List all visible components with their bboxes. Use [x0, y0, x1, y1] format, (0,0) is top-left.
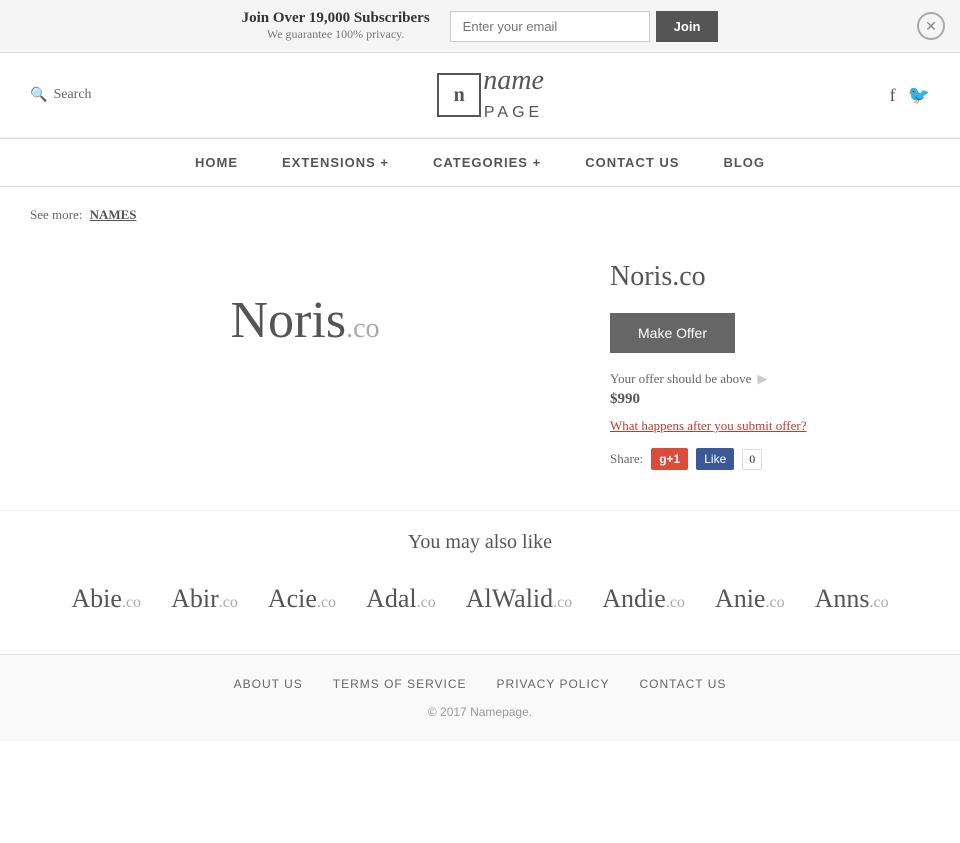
also-like-domain-item[interactable]: Acie.co [268, 584, 336, 614]
domain-info-panel: Noris.co Make Offer Your offer should be… [610, 251, 930, 470]
domain-visual: Noris.co [30, 251, 580, 470]
footer-link[interactable]: PRIVACY POLICY [497, 677, 610, 691]
facebook-link[interactable]: f [890, 85, 896, 106]
offer-note: Your offer should be above ▶ [610, 371, 930, 387]
breadcrumb-link[interactable]: NAMES [90, 207, 137, 222]
join-button[interactable]: Join [656, 11, 719, 42]
share-label: Share: [610, 451, 643, 467]
nav-categories[interactable]: CATEGORIES + [411, 139, 563, 186]
domain-name-large: Noris [231, 292, 347, 349]
also-like-tld: .co [122, 594, 141, 611]
also-like-domain-item[interactable]: AlWalid.co [466, 584, 573, 614]
also-like-domain-item[interactable]: Anie.co [715, 584, 785, 614]
search-label: Search [53, 87, 91, 103]
domain-tld-large: .co [346, 313, 379, 344]
main-content: Noris.co Noris.co Make Offer Your offer … [0, 231, 960, 510]
also-like-domain-item[interactable]: Abie.co [71, 584, 141, 614]
also-like-name: Anns [815, 584, 870, 613]
footer-link[interactable]: CONTACT US [639, 677, 726, 691]
also-like-tld: .co [869, 594, 888, 611]
facebook-like-button[interactable]: Like [696, 448, 734, 470]
also-like-section: You may also like Abie.coAbir.coAcie.coA… [0, 510, 960, 654]
nav-blog[interactable]: BLOG [701, 139, 787, 186]
also-like-name: Andie [602, 584, 666, 613]
social-icons: f 🐦 [890, 85, 930, 106]
email-input[interactable] [450, 11, 650, 42]
also-like-tld: .co [317, 594, 336, 611]
nav-extensions[interactable]: EXTENSIONS + [260, 139, 411, 186]
top-banner: Join Over 19,000 Subscribers We guarante… [0, 0, 960, 53]
domain-grid: Abie.coAbir.coAcie.coAdal.coAlWalid.coAn… [30, 584, 930, 614]
what-happens-link[interactable]: What happens after you submit offer? [610, 418, 930, 434]
banner-text-block: Join Over 19,000 Subscribers We guarante… [242, 10, 430, 42]
domain-logo-large: Noris.co [231, 291, 380, 350]
copyright-year: © 2017 [428, 705, 467, 719]
fb-count: 0 [742, 449, 762, 470]
also-like-domain-item[interactable]: Abir.co [171, 584, 238, 614]
offer-amount: $990 [610, 391, 930, 408]
logo-link[interactable]: n namePAGE [437, 67, 544, 123]
nav-home[interactable]: HOME [173, 139, 260, 186]
also-like-name: AlWalid [466, 584, 553, 613]
footer: ABOUT US TERMS OF SERVICE PRIVACY POLICY CO… [0, 654, 960, 741]
search-area[interactable]: 🔍 Search [30, 87, 92, 104]
also-like-tld: .co [553, 594, 572, 611]
also-like-tld: .co [417, 594, 436, 611]
logo-text: namePAGE [483, 67, 544, 123]
footer-link[interactable]: ABOUT US [234, 677, 303, 691]
footer-copyright: © 2017 Namepage. [30, 705, 930, 719]
logo-area: n namePAGE [437, 67, 544, 123]
logo-icon: n [454, 84, 465, 107]
fb-like-label: Like [704, 452, 726, 466]
email-form: Join [450, 11, 719, 42]
twitter-link[interactable]: 🐦 [908, 85, 930, 106]
also-like-name: Acie [268, 584, 317, 613]
also-like-tld: .co [765, 594, 784, 611]
also-like-name: Adal [366, 584, 417, 613]
footer-link[interactable]: TERMS OF SERVICE [333, 677, 467, 691]
close-banner-button[interactable]: ✕ [917, 12, 945, 40]
make-offer-button[interactable]: Make Offer [610, 313, 735, 353]
footer-brand-link[interactable]: Namepage. [470, 705, 532, 719]
banner-title: Join Over 19,000 Subscribers [242, 10, 430, 27]
footer-links: ABOUT US TERMS OF SERVICE PRIVACY POLICY CO… [30, 677, 930, 691]
nav-contact[interactable]: CONTACT US [563, 139, 701, 186]
also-like-tld: .co [666, 594, 685, 611]
breadcrumb: See more: NAMES [0, 187, 960, 231]
also-like-heading: You may also like [30, 531, 930, 554]
banner-subtitle: We guarantee 100% privacy. [242, 27, 430, 42]
also-like-name: Abie [71, 584, 122, 613]
also-like-tld: .co [219, 594, 238, 611]
search-icon: 🔍 [30, 87, 47, 104]
also-like-domain-item[interactable]: Andie.co [602, 584, 685, 614]
domain-title: Noris.co [610, 261, 930, 293]
main-nav: HOME EXTENSIONS + CATEGORIES + CONTACT U… [0, 138, 960, 187]
breadcrumb-prefix: See more: [30, 207, 82, 222]
header: 🔍 Search n namePAGE f 🐦 [0, 53, 960, 138]
also-like-name: Anie [715, 584, 766, 613]
also-like-domain-item[interactable]: Anns.co [815, 584, 889, 614]
logo-icon-box: n [437, 73, 481, 117]
also-like-domain-item[interactable]: Adal.co [366, 584, 436, 614]
share-row: Share: g+1 Like 0 [610, 448, 930, 470]
also-like-name: Abir [171, 584, 219, 613]
offer-arrow-icon: ▶ [757, 371, 767, 387]
gplus-button[interactable]: g+1 [651, 448, 688, 470]
